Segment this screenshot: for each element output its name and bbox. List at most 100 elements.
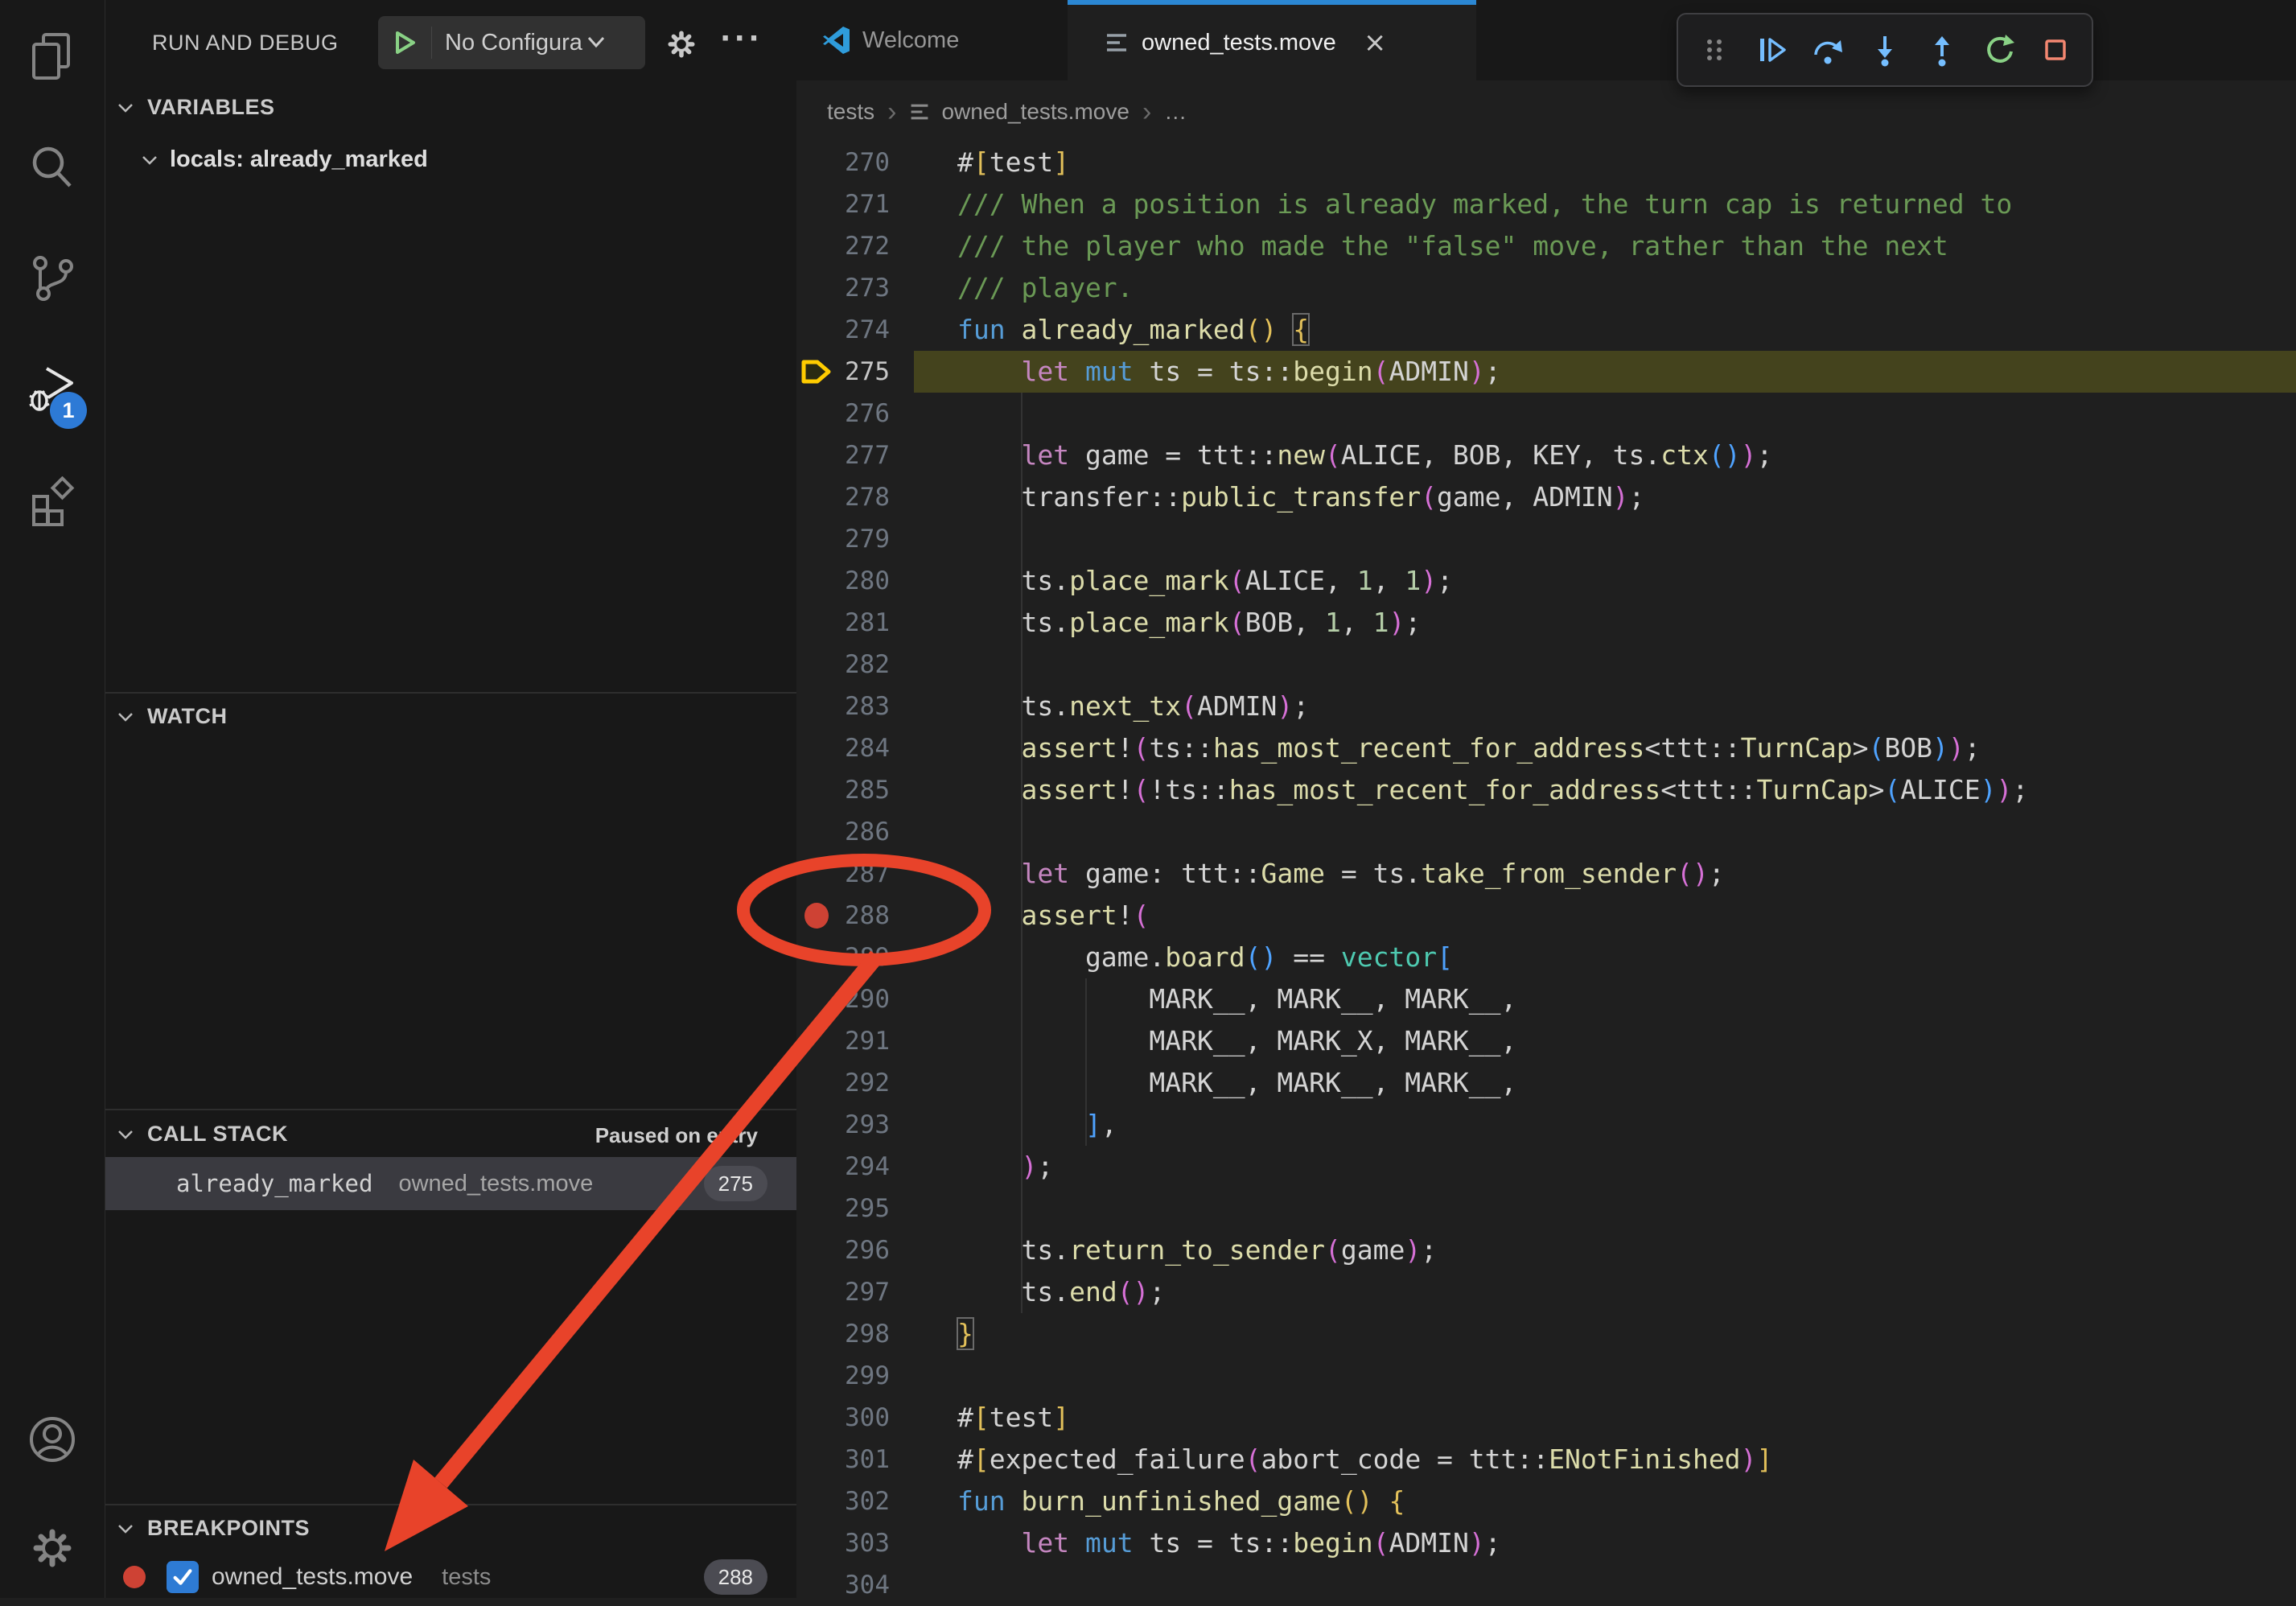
- call-stack-section-header[interactable]: CALL STACK Paused on entry: [115, 1122, 787, 1147]
- line-number[interactable]: 285: [796, 769, 890, 811]
- code-line[interactable]: 299: [796, 1355, 2296, 1397]
- step-over-icon[interactable]: [1807, 29, 1849, 71]
- code-line[interactable]: 275 let mut ts = ts::begin(ADMIN);: [796, 351, 2296, 393]
- settings-gear-icon[interactable]: [27, 1522, 78, 1574]
- line-number[interactable]: 272: [796, 225, 890, 267]
- locals-tree-item[interactable]: locals: already_marked: [139, 146, 428, 173]
- code-line[interactable]: 279: [796, 518, 2296, 560]
- line-number[interactable]: 277: [796, 434, 890, 476]
- code-line[interactable]: 278 transfer::public_transfer(game, ADMI…: [796, 476, 2296, 518]
- code-line[interactable]: 270#[test]: [796, 142, 2296, 183]
- code-line[interactable]: 293 ],: [796, 1104, 2296, 1146]
- line-number[interactable]: 293: [796, 1104, 890, 1146]
- code-line[interactable]: 276: [796, 393, 2296, 434]
- line-number[interactable]: 284: [796, 727, 890, 769]
- step-into-icon[interactable]: [1864, 29, 1906, 71]
- line-number[interactable]: 299: [796, 1355, 890, 1397]
- breakpoint-dot-icon[interactable]: [804, 903, 829, 929]
- code-line[interactable]: 273/// player.: [796, 267, 2296, 309]
- breakpoint-list-item[interactable]: owned_tests.move tests 288: [105, 1556, 796, 1598]
- code-line[interactable]: 287 let game: ttt::Game = ts.take_from_s…: [796, 853, 2296, 895]
- watch-section-header[interactable]: WATCH: [115, 704, 227, 729]
- code-line[interactable]: 302fun burn_unfinished_game() {: [796, 1480, 2296, 1522]
- line-number[interactable]: 273: [796, 267, 890, 309]
- code-line[interactable]: 297 ts.end();: [796, 1271, 2296, 1313]
- line-number[interactable]: 274: [796, 309, 890, 351]
- line-number[interactable]: 295: [796, 1188, 890, 1229]
- code-line[interactable]: 292 MARK__, MARK__, MARK__,: [796, 1062, 2296, 1104]
- tab-owned-tests-move[interactable]: owned_tests.move ×: [1068, 0, 1476, 80]
- line-number[interactable]: 292: [796, 1062, 890, 1104]
- breakpoint-checkbox[interactable]: [167, 1561, 199, 1593]
- drag-handle-icon[interactable]: [1693, 29, 1735, 71]
- code-line[interactable]: 294 );: [796, 1146, 2296, 1188]
- step-out-icon[interactable]: [1921, 29, 1963, 71]
- line-number[interactable]: 282: [796, 644, 890, 686]
- code-line[interactable]: 298}: [796, 1313, 2296, 1355]
- line-number[interactable]: 290: [796, 978, 890, 1020]
- line-number[interactable]: 270: [796, 142, 890, 183]
- code-line[interactable]: 291 MARK__, MARK_X, MARK__,: [796, 1020, 2296, 1062]
- breakpoints-section-header[interactable]: BREAKPOINTS: [115, 1516, 310, 1541]
- code-line[interactable]: 282: [796, 644, 2296, 686]
- line-number[interactable]: 279: [796, 518, 890, 560]
- code-line[interactable]: 288 assert!(: [796, 895, 2296, 937]
- tab-welcome[interactable]: Welcome: [798, 0, 1068, 80]
- close-icon[interactable]: ×: [1364, 27, 1387, 59]
- line-number[interactable]: 294: [796, 1146, 890, 1188]
- code-line[interactable]: 280 ts.place_mark(ALICE, 1, 1);: [796, 560, 2296, 602]
- code-line[interactable]: 274fun already_marked() {: [796, 309, 2296, 351]
- code-line[interactable]: 283 ts.next_tx(ADMIN);: [796, 686, 2296, 727]
- line-number[interactable]: 302: [796, 1480, 890, 1522]
- line-number[interactable]: 286: [796, 811, 890, 853]
- line-number[interactable]: 289: [796, 937, 890, 978]
- line-number[interactable]: 300: [796, 1397, 890, 1439]
- more-actions-icon[interactable]: ···: [714, 18, 770, 66]
- call-stack-frame-row[interactable]: already_marked owned_tests.move 275: [105, 1157, 796, 1210]
- source-control-icon[interactable]: [27, 253, 78, 304]
- debug-settings-gear-icon[interactable]: [664, 27, 699, 62]
- line-number[interactable]: 296: [796, 1229, 890, 1271]
- line-number[interactable]: 291: [796, 1020, 890, 1062]
- code-line[interactable]: 304: [796, 1564, 2296, 1606]
- line-number[interactable]: 278: [796, 476, 890, 518]
- line-number[interactable]: 281: [796, 602, 890, 644]
- line-number[interactable]: 271: [796, 183, 890, 225]
- code-line[interactable]: 301#[expected_failure(abort_code = ttt::…: [796, 1439, 2296, 1480]
- code-line[interactable]: 296 ts.return_to_sender(game);: [796, 1229, 2296, 1271]
- breadcrumb-file[interactable]: owned_tests.move: [941, 99, 1129, 125]
- extensions-icon[interactable]: [27, 476, 78, 528]
- line-number[interactable]: 301: [796, 1439, 890, 1480]
- line-number[interactable]: 280: [796, 560, 890, 602]
- code-line[interactable]: 295: [796, 1188, 2296, 1229]
- search-icon[interactable]: [27, 142, 78, 194]
- debug-config-dropdown[interactable]: No Configura: [378, 16, 645, 69]
- line-number[interactable]: 283: [796, 686, 890, 727]
- account-icon[interactable]: [27, 1414, 78, 1465]
- breadcrumb-tests[interactable]: tests: [827, 99, 874, 125]
- line-number[interactable]: 276: [796, 393, 890, 434]
- stop-icon[interactable]: [2035, 29, 2076, 71]
- line-number[interactable]: 304: [796, 1564, 890, 1606]
- continue-icon[interactable]: [1751, 29, 1792, 71]
- code-line[interactable]: 281 ts.place_mark(BOB, 1, 1);: [796, 602, 2296, 644]
- code-line[interactable]: 272/// the player who made the "false" m…: [796, 225, 2296, 267]
- line-number[interactable]: 298: [796, 1313, 890, 1355]
- code-line[interactable]: 303 let mut ts = ts::begin(ADMIN);: [796, 1522, 2296, 1564]
- code-line[interactable]: 285 assert!(!ts::has_most_recent_for_add…: [796, 769, 2296, 811]
- code-line[interactable]: 271/// When a position is already marked…: [796, 183, 2296, 225]
- start-debug-button[interactable]: [378, 27, 432, 59]
- breadcrumb-more[interactable]: …: [1164, 99, 1187, 125]
- line-number[interactable]: 287: [796, 853, 890, 895]
- code-line[interactable]: 300#[test]: [796, 1397, 2296, 1439]
- code-line[interactable]: 290 MARK__, MARK__, MARK__,: [796, 978, 2296, 1020]
- code-line[interactable]: 284 assert!(ts::has_most_recent_for_addr…: [796, 727, 2296, 769]
- variables-section-header[interactable]: VARIABLES: [115, 95, 275, 120]
- code-line[interactable]: 286: [796, 811, 2296, 853]
- explorer-icon[interactable]: [27, 31, 78, 82]
- code-line[interactable]: 289 game.board() == vector[: [796, 937, 2296, 978]
- line-number[interactable]: 303: [796, 1522, 890, 1564]
- code-line[interactable]: 277 let game = ttt::new(ALICE, BOB, KEY,…: [796, 434, 2296, 476]
- restart-icon[interactable]: [1978, 29, 2020, 71]
- line-number[interactable]: 297: [796, 1271, 890, 1313]
